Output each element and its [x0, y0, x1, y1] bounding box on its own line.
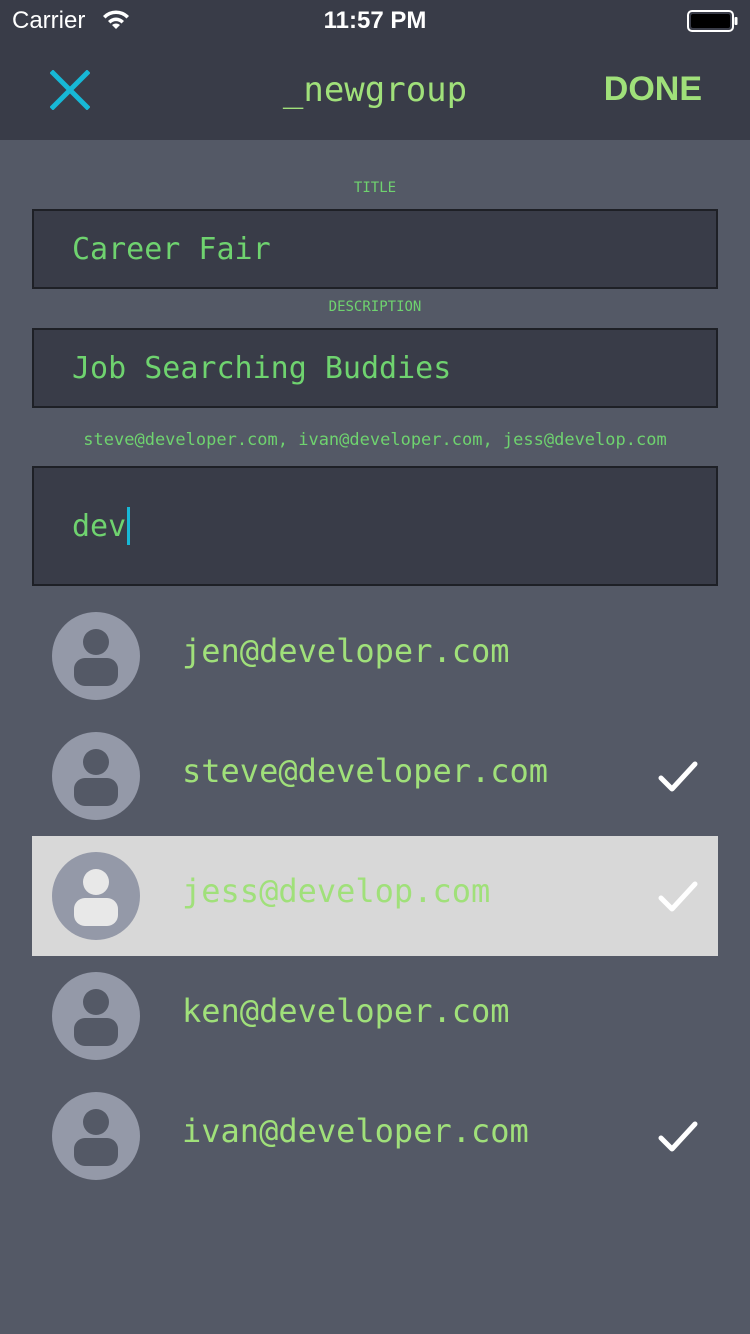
search-input-value: dev [72, 508, 127, 544]
checkmark-icon [658, 881, 698, 912]
contact-email: steve@developer.com [182, 752, 549, 790]
search-input[interactable]: dev [32, 466, 718, 586]
checkmark-icon [658, 1121, 698, 1152]
checkmark-icon [658, 761, 698, 792]
contact-email: ivan@developer.com [182, 1112, 529, 1150]
text-caret [127, 507, 131, 545]
contact-row-5[interactable]: ivan@developer.com [32, 1076, 718, 1196]
contact-row-2[interactable]: steve@developer.com [32, 716, 718, 836]
contact-row-4[interactable]: ken@developer.com [32, 956, 718, 1076]
description-field[interactable]: Job Searching Buddies [32, 328, 718, 408]
nav-bar: _newgroup DONE [0, 40, 750, 140]
contact-row-1[interactable]: jen@developer.com [32, 596, 718, 716]
title-field[interactable]: Career Fair [32, 209, 718, 289]
description-label: DESCRIPTION [328, 299, 422, 315]
avatar-icon [52, 972, 140, 1060]
contact-row-3[interactable]: jess@develop.com [32, 836, 718, 956]
status-time: 11:57 PM [323, 7, 427, 34]
battery-icon [687, 10, 738, 32]
avatar-icon [52, 732, 140, 820]
avatar-icon [52, 852, 140, 940]
contact-email: jess@develop.com [182, 872, 491, 910]
done-button[interactable]: DONE [604, 70, 702, 109]
status-bar: Carrier 11:57 PM [0, 0, 750, 40]
avatar-icon [52, 1092, 140, 1180]
selected-recipients: steve@developer.com, ivan@developer.com,… [83, 430, 667, 450]
title-label: TITLE [353, 180, 397, 196]
contact-email: jen@developer.com [182, 632, 510, 670]
contact-email: ken@developer.com [182, 992, 510, 1030]
title-field-value: Career Fair [72, 231, 271, 267]
avatar-icon [52, 612, 140, 700]
description-field-value: Job Searching Buddies [72, 350, 452, 386]
contact-list: jen@developer.com steve@developer.com je… [32, 596, 718, 1196]
